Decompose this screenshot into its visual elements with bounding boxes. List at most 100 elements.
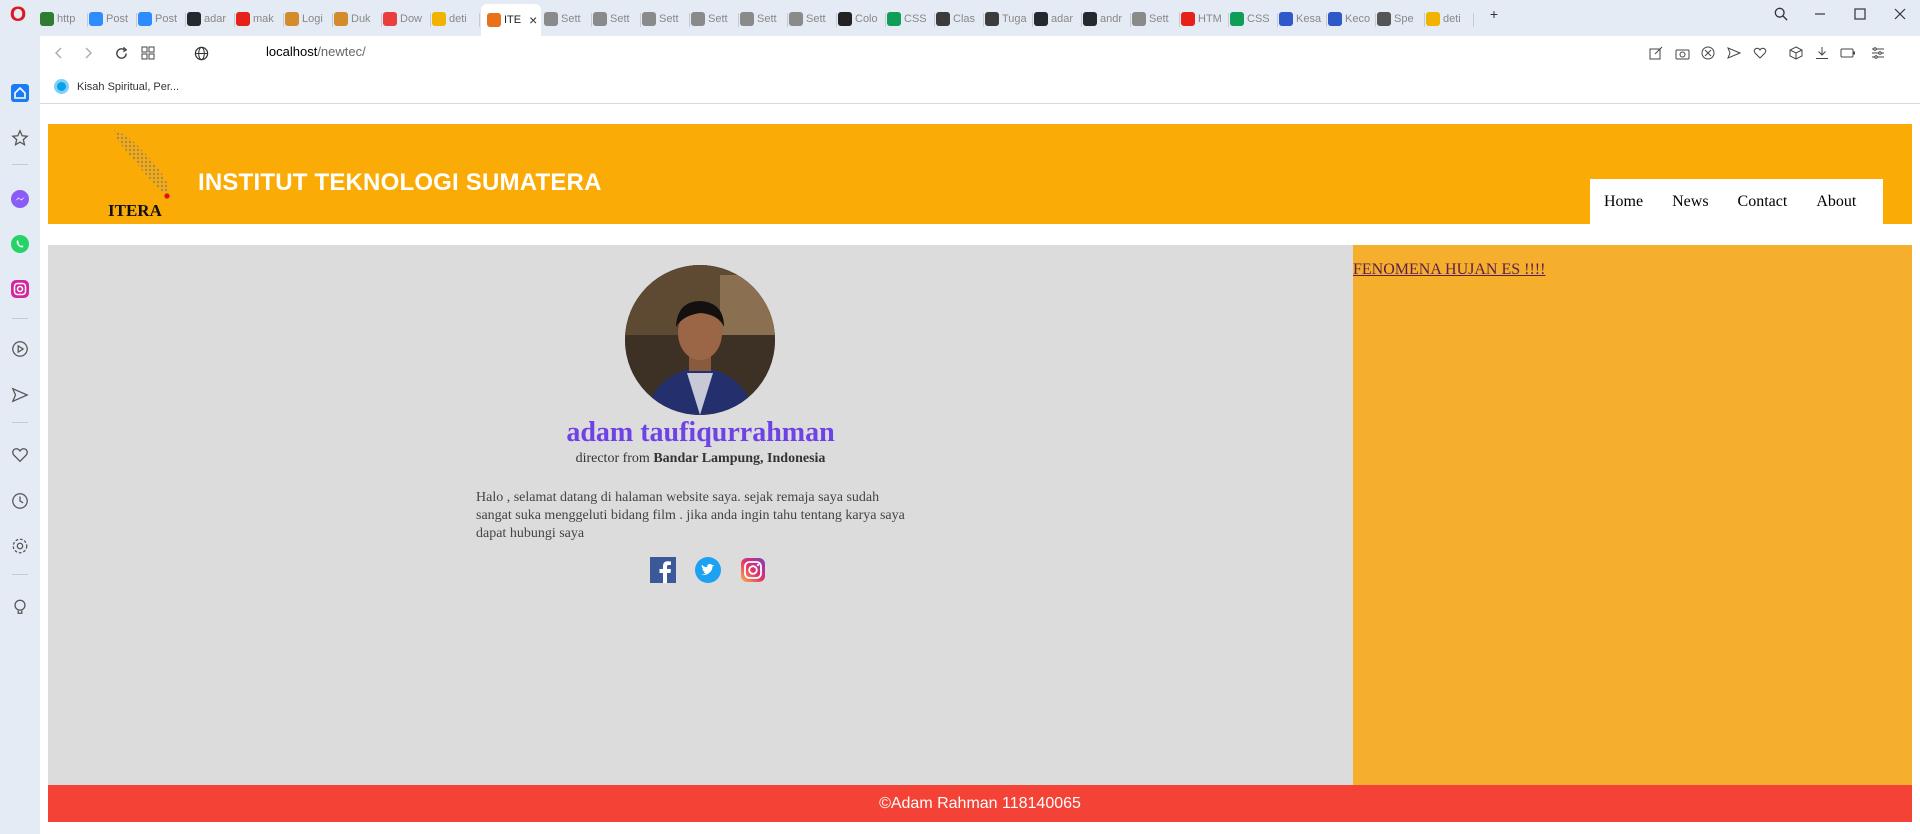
opera-logo-icon[interactable]: O bbox=[7, 4, 29, 26]
browser-tab[interactable]: Kesa bbox=[1279, 8, 1325, 30]
browser-tab[interactable]: CSS bbox=[1230, 8, 1276, 30]
browser-tab[interactable]: Sett bbox=[544, 8, 590, 30]
browser-tab[interactable]: Sett bbox=[593, 8, 639, 30]
tabs-grid-icon[interactable] bbox=[139, 44, 157, 62]
home-icon[interactable] bbox=[8, 81, 32, 105]
browser-tab[interactable]: Keco bbox=[1328, 8, 1374, 30]
browser-tab[interactable]: HTM bbox=[1181, 8, 1227, 30]
browser-tab[interactable]: Tuga bbox=[985, 8, 1031, 30]
twitter-icon[interactable] bbox=[695, 557, 721, 583]
logo-text: ITERA bbox=[108, 201, 163, 220]
browser-tab[interactable]: adar bbox=[187, 8, 233, 30]
browser-tab[interactable]: deti bbox=[1426, 8, 1472, 30]
send-icon[interactable] bbox=[8, 383, 32, 407]
minimize-icon[interactable] bbox=[1805, 4, 1835, 24]
browser-tab[interactable]: http bbox=[40, 8, 86, 30]
settings-gear-icon[interactable] bbox=[8, 534, 32, 558]
browser-tab[interactable]: Duk bbox=[334, 8, 380, 30]
browser-tab[interactable]: Sett bbox=[691, 8, 737, 30]
instagram-sidebar-icon[interactable] bbox=[8, 277, 32, 301]
extensions-cube-icon[interactable] bbox=[1788, 45, 1804, 61]
tab-separator bbox=[983, 13, 984, 27]
tab-label: Dow bbox=[400, 13, 423, 25]
browser-sidebar: O bbox=[0, 0, 40, 834]
lightbulb-icon[interactable] bbox=[8, 595, 32, 619]
close-window-icon[interactable] bbox=[1885, 4, 1915, 24]
web-page: ITERA INSTITUT TEKNOLOGI SUMATERA Home N… bbox=[40, 105, 1920, 834]
tab-favicon-icon bbox=[642, 12, 656, 26]
tab-label: Post bbox=[155, 13, 178, 25]
browser-tab[interactable]: mak bbox=[236, 8, 282, 30]
browser-tab[interactable]: deti bbox=[432, 8, 478, 30]
tab-favicon-icon bbox=[838, 12, 852, 26]
browser-tab[interactable]: Sett bbox=[1132, 8, 1178, 30]
browser-tab[interactable]: Colo bbox=[838, 8, 884, 30]
tab-separator bbox=[787, 13, 788, 27]
download-icon[interactable] bbox=[1814, 45, 1830, 61]
new-tab-plus-icon[interactable]: + bbox=[1479, 4, 1509, 24]
tab-favicon-icon bbox=[285, 12, 299, 26]
browser-tab[interactable]: CSS bbox=[887, 8, 933, 30]
tab-label: http bbox=[57, 13, 76, 25]
browser-tab[interactable]: Dow bbox=[383, 8, 429, 30]
camera-icon[interactable] bbox=[1674, 45, 1690, 61]
maximize-icon[interactable] bbox=[1845, 4, 1875, 24]
tab-label: Logi bbox=[302, 13, 323, 25]
browser-tab[interactable]: adar bbox=[1034, 8, 1080, 30]
battery-icon[interactable] bbox=[1840, 45, 1856, 61]
back-icon[interactable] bbox=[50, 44, 68, 62]
bookmark-item[interactable]: Kisah Spiritual, Per... bbox=[54, 79, 179, 94]
tab-favicon-icon bbox=[1083, 12, 1097, 26]
browser-tab[interactable]: Logi bbox=[285, 8, 331, 30]
messenger-icon[interactable] bbox=[8, 187, 32, 211]
share-send-icon[interactable] bbox=[1726, 45, 1742, 61]
history-clock-icon[interactable] bbox=[8, 489, 32, 513]
tab-separator bbox=[689, 13, 690, 27]
nav-about-link[interactable]: About bbox=[1816, 193, 1856, 211]
forward-icon[interactable] bbox=[79, 44, 97, 62]
browser-tab[interactable]: Sett bbox=[642, 8, 688, 30]
reload-icon[interactable] bbox=[112, 44, 130, 62]
role-location: Bandar Lampung, Indonesia bbox=[653, 451, 826, 466]
url-host: localhost bbox=[266, 44, 318, 59]
player-icon[interactable] bbox=[8, 337, 32, 361]
search-tabs-icon[interactable] bbox=[1766, 4, 1796, 24]
tab-separator bbox=[1424, 13, 1425, 27]
tab-separator bbox=[479, 13, 480, 27]
browser-tab[interactable]: Clas bbox=[936, 8, 982, 30]
tab-label: Colo bbox=[855, 13, 878, 25]
nav-home-link[interactable]: Home bbox=[1604, 193, 1643, 211]
url-field[interactable]: localhost/newtec/ bbox=[266, 44, 366, 59]
globe-icon bbox=[192, 44, 210, 62]
site-footer: ©Adam Rahman 118140065 bbox=[48, 785, 1912, 822]
tab-favicon-icon bbox=[789, 12, 803, 26]
tab-separator bbox=[1130, 13, 1131, 27]
easy-setup-icon[interactable] bbox=[1870, 45, 1886, 61]
edit-icon[interactable] bbox=[1648, 45, 1664, 61]
browser-tab[interactable]: Post bbox=[138, 8, 184, 30]
tab-label: Sett bbox=[1149, 13, 1169, 25]
block-icon[interactable] bbox=[1700, 45, 1716, 61]
tab-label: mak bbox=[253, 13, 274, 25]
nav-news-link[interactable]: News bbox=[1672, 193, 1708, 211]
browser-tab[interactable]: Sett bbox=[740, 8, 786, 30]
instagram-icon[interactable] bbox=[740, 557, 766, 583]
news-link[interactable]: FENOMENA HUJAN ES !!!! bbox=[1353, 261, 1545, 279]
bookmark-heart-icon[interactable] bbox=[1752, 45, 1768, 61]
heart-icon[interactable] bbox=[8, 443, 32, 467]
browser-tab[interactable]: ITE × bbox=[481, 4, 541, 36]
close-tab-icon[interactable]: × bbox=[529, 12, 537, 28]
nav-contact-link[interactable]: Contact bbox=[1738, 193, 1788, 211]
tab-favicon-icon bbox=[1034, 12, 1048, 26]
speed-dial-star-icon[interactable] bbox=[8, 126, 32, 150]
browser-tab[interactable]: Sett bbox=[789, 8, 835, 30]
whatsapp-icon[interactable] bbox=[8, 232, 32, 256]
bookmarks-bar: Kisah Spiritual, Per... bbox=[40, 70, 1920, 104]
bookmark-label: Kisah Spiritual, Per... bbox=[77, 80, 180, 93]
browser-tab[interactable]: Post bbox=[89, 8, 135, 30]
browser-tab[interactable]: Spe bbox=[1377, 8, 1423, 30]
browser-tab[interactable]: andr bbox=[1083, 8, 1129, 30]
tab-separator bbox=[1228, 13, 1229, 27]
facebook-icon[interactable] bbox=[650, 557, 676, 583]
tab-favicon-icon bbox=[1328, 12, 1342, 26]
